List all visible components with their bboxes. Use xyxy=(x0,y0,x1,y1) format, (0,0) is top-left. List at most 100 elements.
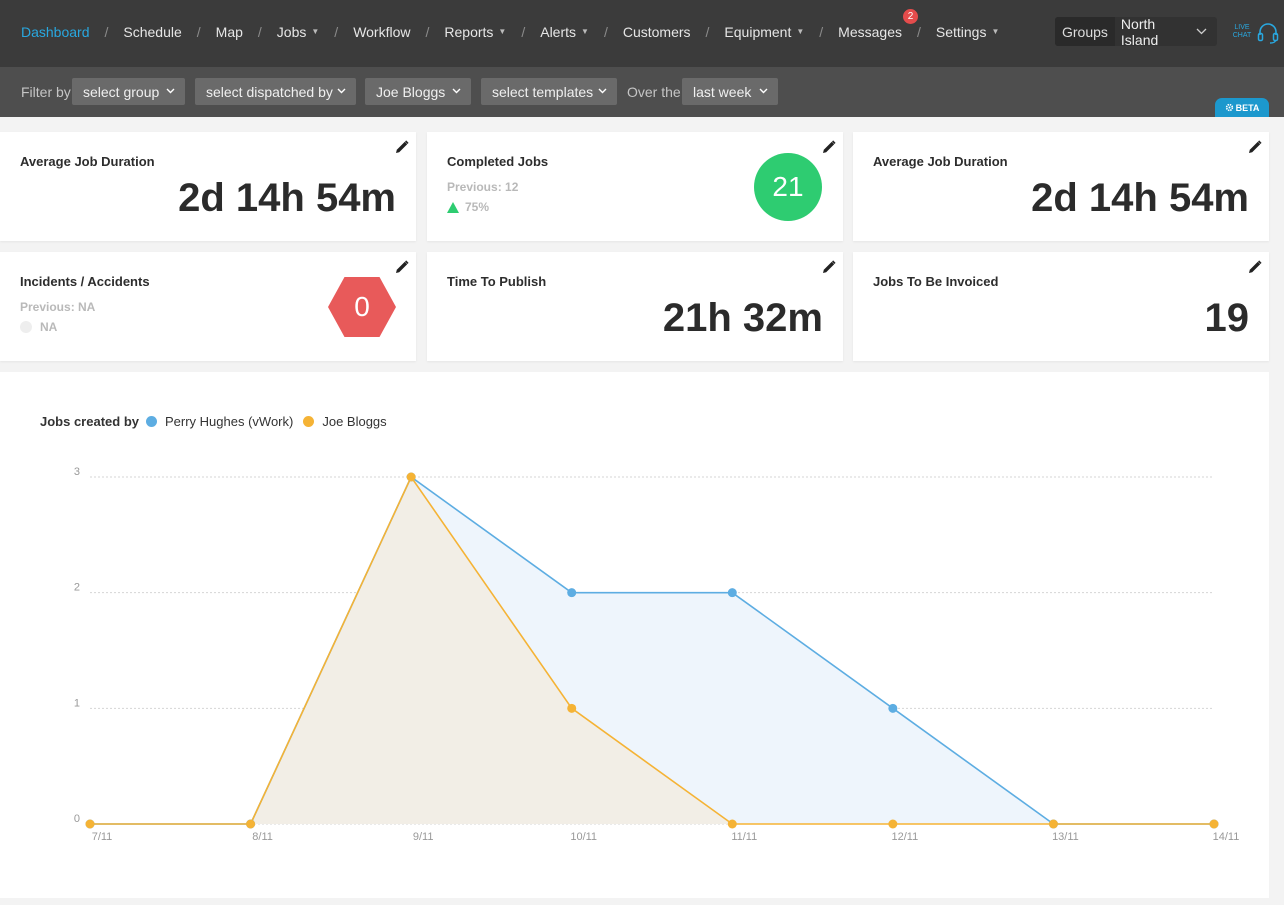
nav-item-equipment[interactable]: Equipment ▼ xyxy=(724,24,804,40)
caret-down-icon: ▼ xyxy=(311,27,320,36)
nav-item-label: Customers xyxy=(622,23,691,40)
jobs-area-chart: 0 1 2 3 7/11 8/11 9/11 10/11 11/11 12/11 13/11 14/1… xyxy=(74,466,1239,843)
metric-value: 19 xyxy=(1204,296,1250,340)
card-title: Average Job Duration xyxy=(20,154,155,169)
nav-item-label: Workflow xyxy=(353,23,411,40)
nav-item-label: Dashboard xyxy=(21,23,90,40)
over-the-label: Over the xyxy=(627,84,681,100)
chevron-down-icon xyxy=(598,86,607,97)
nav-item-schedule[interactable]: Schedule xyxy=(123,24,181,40)
completed-jobs-card: Completed Jobs Previous: 12 75% 21 xyxy=(427,132,843,241)
x-tick-label: 13/11 xyxy=(1052,831,1079,843)
data-point-0 xyxy=(727,588,737,598)
nav-item-label: Jobs xyxy=(276,23,307,40)
y-tick-label: 0 xyxy=(74,813,80,825)
incidents-value: 0 xyxy=(354,291,370,322)
pencil-icon[interactable] xyxy=(1248,260,1262,274)
nav-separator: / xyxy=(916,23,921,40)
group-filter-select[interactable]: select group xyxy=(72,78,185,105)
caret-down-icon: ▼ xyxy=(991,27,1000,36)
x-tick-label: 11/11 xyxy=(731,831,757,843)
nav-item-workflow[interactable]: Workflow xyxy=(353,24,410,40)
nav-item-map[interactable]: Map xyxy=(216,24,243,40)
x-tick-label: 8/11 xyxy=(252,831,273,843)
nav-item-customers[interactable]: Customers xyxy=(623,24,691,40)
incidents-card: Incidents / Accidents Previous: NA NA 0 xyxy=(0,252,416,361)
groups-dropdown[interactable]: North Island xyxy=(1115,17,1217,46)
chevron-down-icon xyxy=(166,86,175,97)
nav-item-dashboard[interactable]: Dashboard xyxy=(21,24,90,40)
y-tick-label: 2 xyxy=(74,582,80,594)
nav-item-alerts[interactable]: Alerts ▼ xyxy=(540,24,589,40)
nav-separator: / xyxy=(104,23,109,40)
period-filter-select[interactable]: last week xyxy=(682,78,778,105)
jobs-to-be-invoiced-card: Jobs To Be Invoiced 19 xyxy=(853,252,1269,361)
user-filter-select[interactable]: Joe Bloggs xyxy=(365,78,471,105)
data-point-1 xyxy=(888,819,898,829)
live-chat-button[interactable]: LIVE CHAT xyxy=(1231,20,1281,46)
filter-by-label: Filter by xyxy=(21,84,71,100)
time-to-publish-card: Time To Publish 21h 32m xyxy=(427,252,843,361)
period-filter-value: last week xyxy=(693,83,752,100)
group-filter-value: select group xyxy=(83,83,160,100)
x-tick-label: 10/11 xyxy=(570,831,597,843)
data-point-1 xyxy=(1048,819,1058,829)
data-point-1 xyxy=(246,819,256,829)
card-title: Completed Jobs xyxy=(447,154,549,169)
y-tick-label: 3 xyxy=(74,466,80,478)
nav-item-label: Equipment xyxy=(724,23,792,40)
incidents-hexagon: 0 xyxy=(327,276,397,338)
data-point-1 xyxy=(727,819,737,829)
nav-item-messages[interactable]: Messages 2 xyxy=(838,8,918,40)
nav-separator: / xyxy=(705,23,710,40)
top-navigation-bar: Dashboard / Schedule / Map / Jobs ▼ / Workflow / Re… xyxy=(0,0,1284,67)
data-point-0 xyxy=(567,588,577,598)
nav-item-label: Map xyxy=(215,23,243,40)
nav-item-jobs[interactable]: Jobs ▼ xyxy=(277,24,320,40)
data-point-1 xyxy=(406,472,416,482)
y-tick-label: 1 xyxy=(74,697,80,709)
caret-down-icon: ▼ xyxy=(498,27,507,36)
x-tick-label: 12/11 xyxy=(891,831,918,843)
previous-value: Previous: NA xyxy=(20,300,96,314)
nav-separator: / xyxy=(257,23,262,40)
data-point-1 xyxy=(1209,819,1219,829)
groups-label: Groups xyxy=(1055,17,1115,46)
dispatched-by-filter-value: select dispatched by xyxy=(206,83,333,100)
pencil-icon[interactable] xyxy=(1248,140,1262,154)
pencil-icon[interactable] xyxy=(395,140,409,154)
beta-settings-tab[interactable]: BETA xyxy=(1215,98,1269,117)
caret-down-icon: ▼ xyxy=(581,27,589,36)
filter-bar: Filter by select group select dispatched… xyxy=(0,67,1284,117)
nav-item-reports[interactable]: Reports ▼ xyxy=(444,24,506,40)
nav-separator: / xyxy=(521,23,526,40)
data-point-1 xyxy=(567,703,577,713)
avg-job-duration-card-2: Average Job Duration 2d 14h 54m xyxy=(853,132,1269,241)
trend-percent: 75% xyxy=(465,200,490,214)
pencil-icon[interactable] xyxy=(822,140,836,154)
trend-value: NA xyxy=(40,320,58,334)
groups-value: North Island xyxy=(1120,17,1159,46)
nav-item-settings[interactable]: Settings ▼ xyxy=(936,24,1000,40)
nav-item-label: Schedule xyxy=(123,23,182,40)
avg-job-duration-card: Average Job Duration 2d 14h 54m xyxy=(0,132,416,241)
x-tick-label: 7/11 xyxy=(92,831,113,843)
pencil-icon[interactable] xyxy=(822,260,836,274)
groups-selector[interactable]: Groups North Island xyxy=(1055,17,1217,46)
chevron-down-icon xyxy=(452,86,461,97)
metric-value: 21h 32m xyxy=(662,296,823,340)
notification-badge: 2 xyxy=(902,8,918,24)
previous-value: Previous: 12 xyxy=(447,180,519,194)
nav-item-label: Reports xyxy=(444,23,494,40)
dispatched-by-filter-select[interactable]: select dispatched by xyxy=(195,78,356,105)
card-title: Time To Publish xyxy=(447,274,547,289)
chevron-down-icon xyxy=(1196,26,1207,38)
metric-value: 2d 14h 54m xyxy=(1031,176,1249,220)
pencil-icon[interactable] xyxy=(395,260,409,274)
nav-separator: / xyxy=(603,23,608,40)
x-tick-label: 9/11 xyxy=(413,831,434,843)
templates-filter-value: select templates xyxy=(492,83,594,100)
beta-label: BETA xyxy=(1235,102,1260,113)
templates-filter-select[interactable]: select templates xyxy=(481,78,617,105)
card-title: Incidents / Accidents xyxy=(20,274,150,289)
